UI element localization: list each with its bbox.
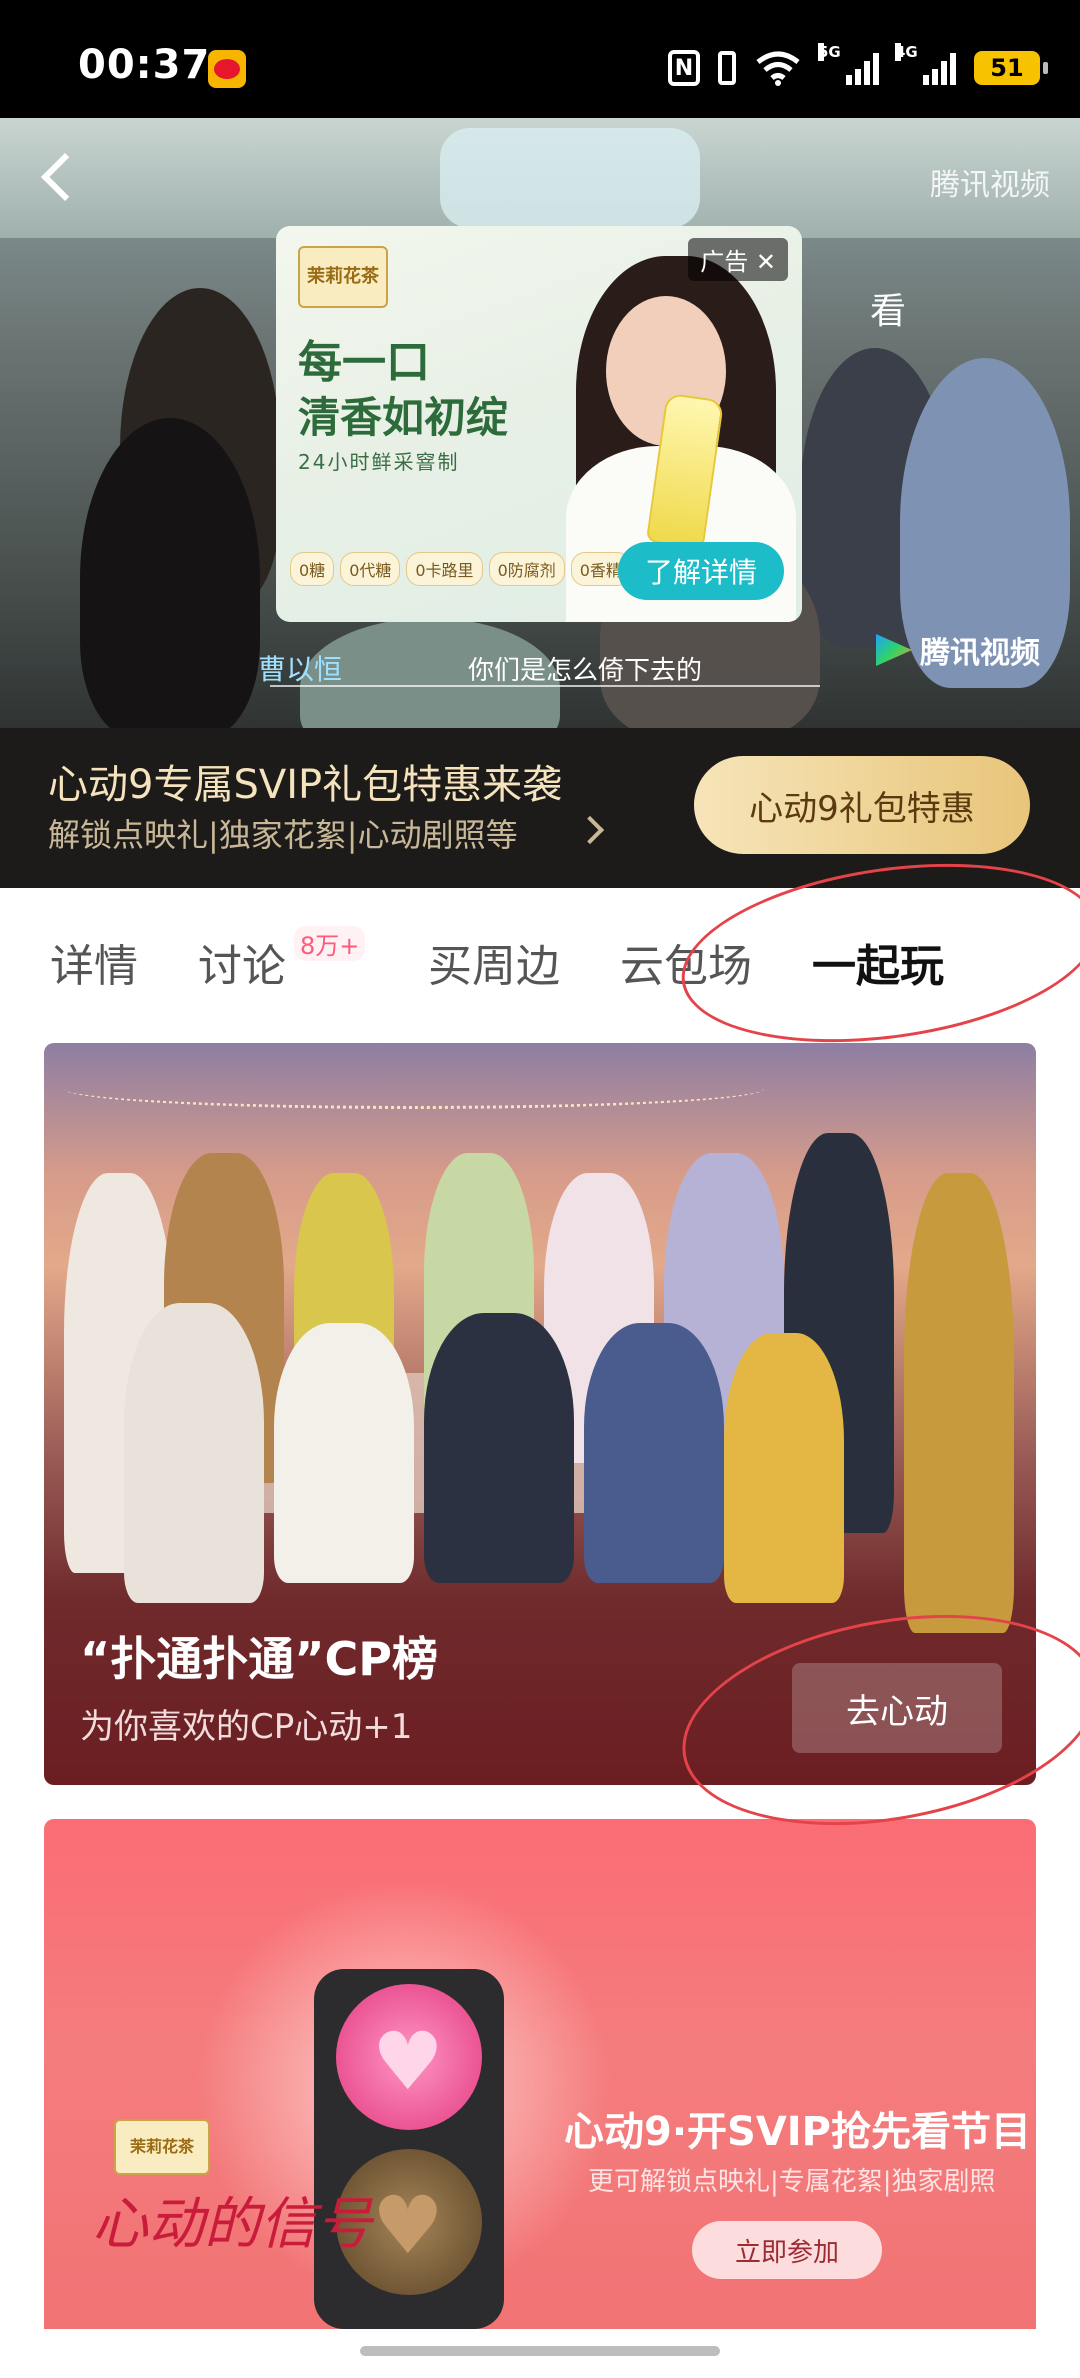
cast-member bbox=[124, 1303, 264, 1603]
video-window bbox=[440, 128, 700, 228]
tab-merch[interactable]: 买周边 bbox=[428, 930, 560, 994]
svip-banner-subtitle: 解锁点映礼|独家花絮|心动剧照等 bbox=[48, 816, 518, 854]
cast-member bbox=[724, 1333, 844, 1603]
battery-indicator: 51 bbox=[974, 51, 1048, 85]
signal-4g-icon: 4G bbox=[895, 43, 956, 85]
tencent-video-watermark: 腾讯视频 bbox=[930, 168, 1050, 203]
video-person bbox=[80, 418, 260, 728]
status-icons: N 5G 4G 51 bbox=[668, 43, 1048, 88]
heart-icon: ♥ bbox=[372, 2179, 444, 2272]
cast-member bbox=[424, 1313, 574, 1583]
weibo-notification-icon bbox=[208, 50, 246, 88]
cast-member bbox=[904, 1173, 1014, 1633]
subtitle-line bbox=[270, 685, 820, 687]
ad-brand-logo: 茉莉花茶 bbox=[298, 246, 388, 308]
svip-banner-title: 心动9专属SVIP礼包特惠来袭 bbox=[48, 762, 563, 808]
home-indicator[interactable] bbox=[360, 2346, 720, 2356]
wifi-icon bbox=[754, 50, 802, 86]
ad-chip: 0卡路里 bbox=[406, 552, 483, 586]
speaker-name: 曹以恒 bbox=[258, 653, 343, 686]
ad-headline-1: 每一口 bbox=[298, 337, 430, 388]
string-lights bbox=[64, 1069, 764, 1109]
vibrate-icon bbox=[718, 51, 736, 85]
cast-member bbox=[274, 1323, 414, 1583]
svip-preview-card[interactable]: ♥ ♥ 茉莉花茶 心动的信号 心动9·开SVIP抢先看节目 更可解锁点映礼|专属… bbox=[44, 1819, 1036, 2329]
tea-brand-logo: 茉莉花茶 bbox=[114, 2119, 210, 2175]
ad-chip: 0防腐剂 bbox=[488, 552, 565, 586]
svip-card-headline: 心动9·开SVIP抢先看节目 bbox=[564, 2109, 1031, 2155]
heart-icon: ♥ bbox=[372, 2015, 444, 2108]
cast-member bbox=[584, 1323, 724, 1583]
ad-chip: 0糖 bbox=[290, 552, 335, 586]
ad-headline-2: 清香如初绽 bbox=[298, 393, 509, 442]
watermark-side-text: 看 bbox=[870, 291, 907, 332]
ad-label: 广告 bbox=[700, 248, 749, 276]
ad-close-tag[interactable]: 广告 ✕ bbox=[688, 238, 788, 281]
tab-details[interactable]: 详情 bbox=[50, 930, 138, 994]
cp-card-title: “扑通扑通”CP榜 bbox=[80, 1632, 438, 1686]
show-logo: 心动的信号 bbox=[92, 2192, 372, 2257]
ad-learn-more-button[interactable]: 了解详情 bbox=[618, 542, 784, 600]
cp-card-subtitle: 为你喜欢的CP心动+1 bbox=[80, 1707, 413, 1747]
close-icon[interactable]: ✕ bbox=[756, 248, 776, 276]
nfc-icon: N bbox=[668, 50, 700, 86]
svip-card-subline: 更可解锁点映礼|专属花絮|独家剧照 bbox=[588, 2167, 996, 2197]
tencent-video-logo: 腾讯视频 bbox=[876, 628, 1040, 672]
ad-chip: 0代糖 bbox=[340, 552, 401, 586]
status-bar: 00:37 N 5G 4G 51 bbox=[0, 0, 1080, 118]
chevron-right-icon bbox=[575, 815, 605, 845]
discussion-count-badge: 8万+ bbox=[294, 926, 366, 961]
video-ad-popup[interactable]: 茉莉花茶 每一口 清香如初绽 24小时鲜采窨制 0糖 0代糖 0卡路里 0防腐剂… bbox=[276, 226, 802, 622]
ad-feature-chips: 0糖 0代糖 0卡路里 0防腐剂 0香精 bbox=[290, 552, 631, 586]
join-now-button[interactable]: 立即参加 bbox=[692, 2221, 882, 2279]
ad-headline-3: 24小时鲜采窨制 bbox=[298, 450, 460, 474]
signal-5g-icon: 5G bbox=[818, 43, 879, 85]
clock: 00:37 bbox=[78, 42, 211, 88]
tab-discussion[interactable]: 讨论 bbox=[198, 930, 286, 994]
svip-gift-button[interactable]: 心动9礼包特惠 bbox=[694, 756, 1030, 854]
video-subtitle: 你们是怎么倚下去的 bbox=[468, 656, 703, 686]
